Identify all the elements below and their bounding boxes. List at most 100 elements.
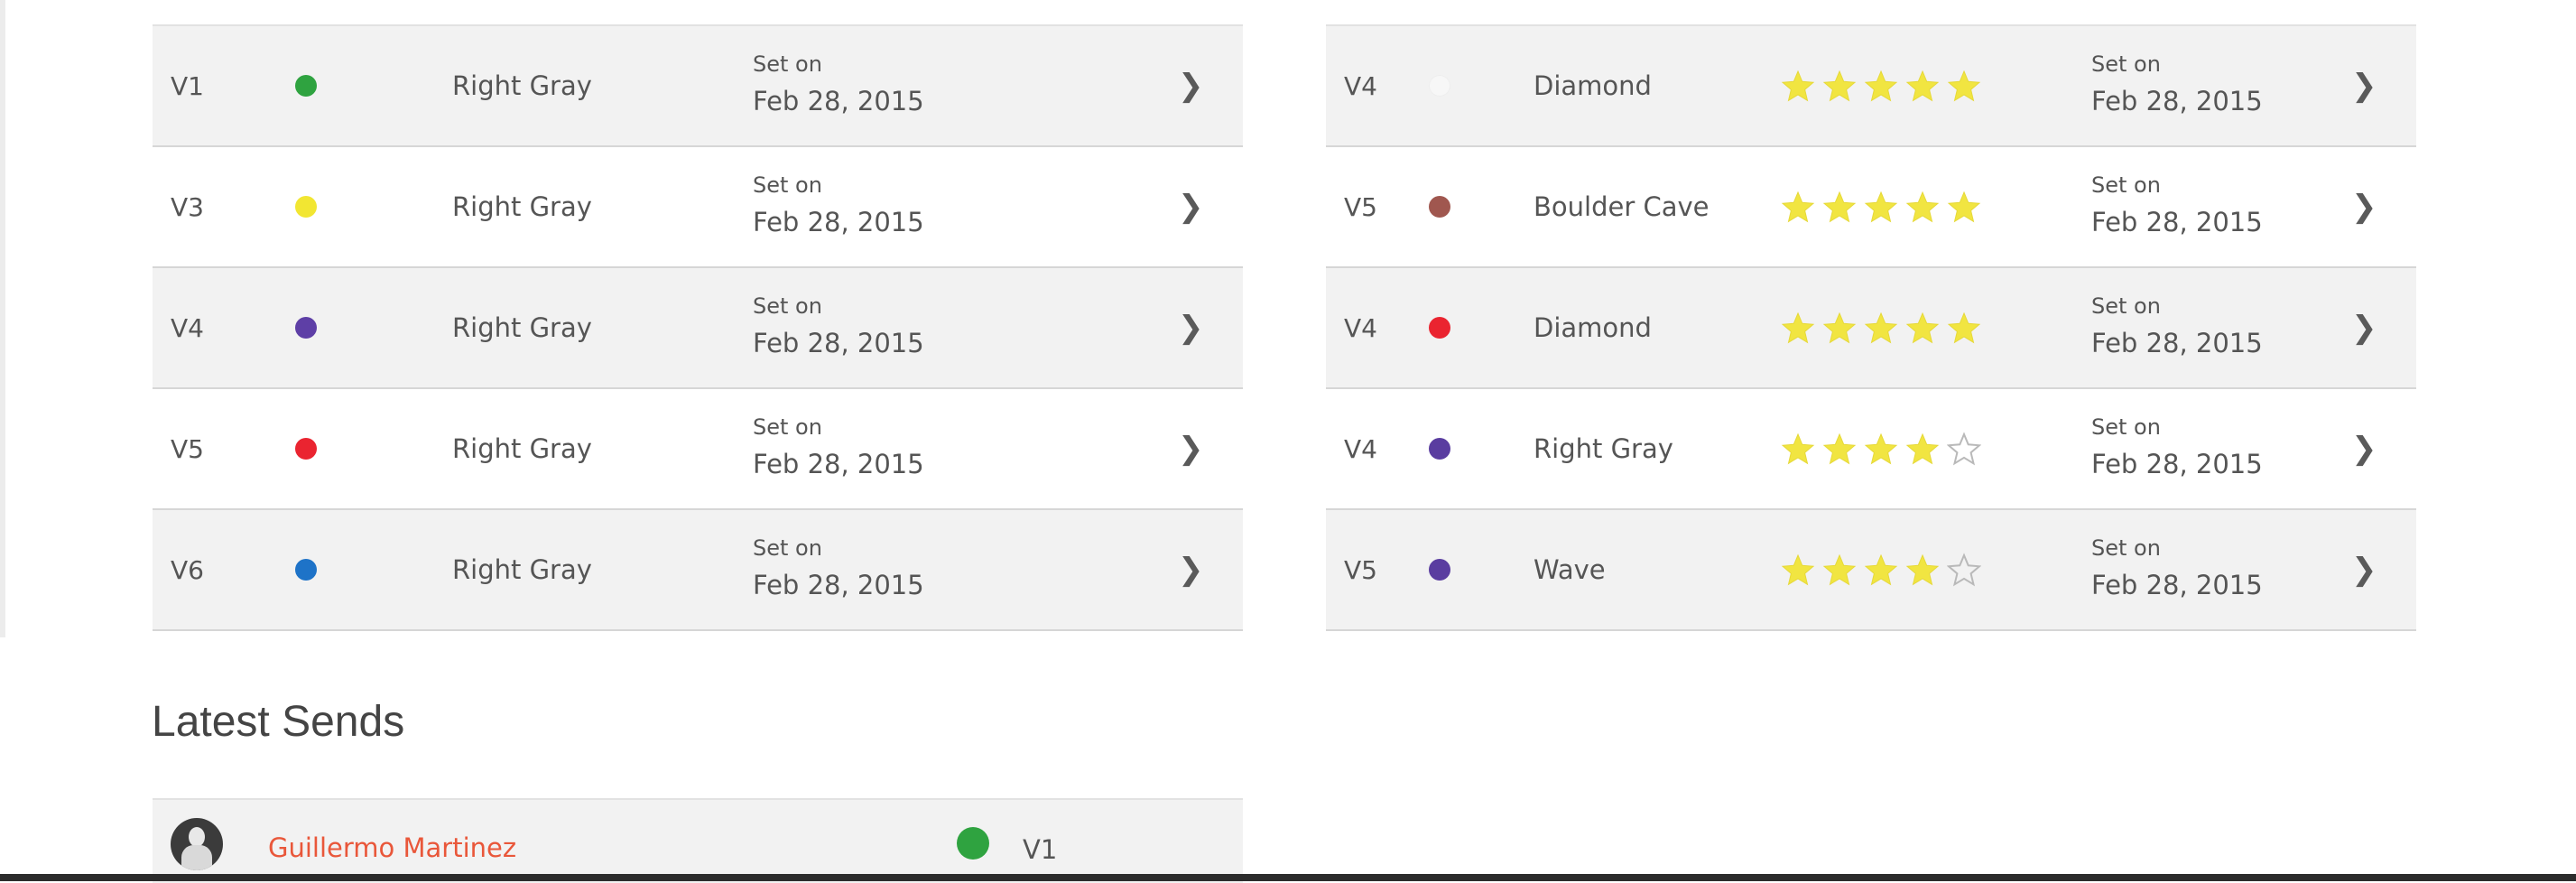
- set-date-value: Feb 28, 2015: [753, 207, 924, 237]
- chevron-right-icon[interactable]: ❯: [2351, 510, 2377, 629]
- route-row[interactable]: V5 Right Gray Set on Feb 28, 2015 ❯: [153, 389, 1243, 510]
- route-area: Right Gray: [452, 312, 592, 343]
- route-area: Right Gray: [452, 70, 592, 101]
- route-set-date: Set on Feb 28, 2015: [2091, 389, 2263, 508]
- route-set-date: Set on Feb 28, 2015: [2091, 268, 2263, 387]
- star-filled-icon: [1781, 432, 1815, 465]
- chevron-right-icon[interactable]: ❯: [2351, 147, 2377, 266]
- set-date-value: Feb 28, 2015: [2091, 570, 2263, 600]
- set-on-label: Set on: [2091, 535, 2161, 561]
- send-grade: V1: [1023, 834, 1058, 865]
- latest-sends-list: Guillermo Martinez V1: [153, 798, 1243, 883]
- set-on-label: Set on: [753, 51, 822, 77]
- route-row[interactable]: V5 Boulder Cave Set on Feb 28, 2015 ❯: [1326, 147, 2416, 268]
- route-set-date: Set on Feb 28, 2015: [753, 510, 924, 629]
- climber-name-link[interactable]: Guillermo Martinez: [268, 832, 516, 863]
- route-row[interactable]: V4 Diamond Set on Feb 28, 2015 ❯: [1326, 26, 2416, 147]
- route-rating: [1781, 268, 1981, 387]
- route-grade: V1: [171, 70, 204, 101]
- hold-color-dot: [295, 438, 317, 460]
- route-rating: [1781, 147, 1981, 266]
- star-filled-icon: [1947, 70, 1981, 102]
- star-filled-icon: [1781, 70, 1815, 102]
- star-filled-icon: [1822, 432, 1857, 465]
- star-filled-icon: [1822, 70, 1857, 102]
- route-area: Right Gray: [1534, 433, 1673, 464]
- star-filled-icon: [1781, 311, 1815, 344]
- star-filled-icon: [1947, 311, 1981, 344]
- route-rating: [1781, 389, 1981, 508]
- route-area: Right Gray: [452, 433, 592, 464]
- latest-sends-title: Latest Sends: [152, 698, 405, 746]
- route-grade: V3: [171, 191, 204, 222]
- set-date-value: Feb 28, 2015: [2091, 449, 2263, 479]
- send-row: Guillermo Martinez V1: [153, 798, 1243, 883]
- route-set-date: Set on Feb 28, 2015: [2091, 26, 2263, 145]
- star-filled-icon: [1864, 191, 1898, 223]
- star-filled-icon: [1947, 191, 1981, 223]
- route-row[interactable]: V4 Right Gray Set on Feb 28, 2015 ❯: [153, 268, 1243, 389]
- set-date-value: Feb 28, 2015: [753, 86, 924, 116]
- right-route-table: V4 Diamond Set on Feb 28, 2015 ❯ V5 Boulder Ca…: [1326, 24, 2416, 631]
- hold-color-dot: [295, 75, 317, 97]
- star-empty-icon: [1947, 432, 1981, 466]
- star-filled-icon: [1864, 432, 1898, 465]
- route-area: Diamond: [1534, 70, 1652, 101]
- star-filled-icon: [1905, 70, 1940, 102]
- star-filled-icon: [1864, 553, 1898, 586]
- route-area: Right Gray: [452, 191, 592, 222]
- chevron-right-icon[interactable]: ❯: [2351, 389, 2377, 508]
- route-grade: V5: [1344, 554, 1377, 585]
- route-grade: V4: [171, 312, 204, 343]
- route-row[interactable]: V3 Right Gray Set on Feb 28, 2015 ❯: [153, 147, 1243, 268]
- chevron-right-icon[interactable]: ❯: [1178, 510, 1204, 629]
- hold-color-dot: [957, 827, 989, 860]
- chevron-right-icon[interactable]: ❯: [2351, 26, 2377, 145]
- star-filled-icon: [1905, 311, 1940, 344]
- chevron-right-icon[interactable]: ❯: [1178, 147, 1204, 266]
- set-on-label: Set on: [2091, 293, 2161, 319]
- route-set-date: Set on Feb 28, 2015: [2091, 510, 2263, 629]
- set-on-label: Set on: [753, 172, 822, 198]
- page-edge: [0, 0, 5, 637]
- route-row[interactable]: V4 Diamond Set on Feb 28, 2015 ❯: [1326, 268, 2416, 389]
- star-filled-icon: [1781, 191, 1815, 223]
- route-set-date: Set on Feb 28, 2015: [753, 268, 924, 387]
- route-grade: V4: [1344, 433, 1377, 464]
- hold-color-dot: [1429, 317, 1450, 339]
- os-taskbar: [0, 874, 2576, 881]
- hold-color-dot: [295, 196, 317, 218]
- hold-color-dot: [1429, 75, 1450, 97]
- route-grade: V4: [1344, 70, 1377, 101]
- route-grade: V5: [1344, 191, 1377, 222]
- route-set-date: Set on Feb 28, 2015: [753, 26, 924, 145]
- set-date-value: Feb 28, 2015: [2091, 207, 2263, 237]
- set-date-value: Feb 28, 2015: [753, 328, 924, 358]
- star-filled-icon: [1822, 311, 1857, 344]
- route-area: Right Gray: [452, 554, 592, 585]
- chevron-right-icon[interactable]: ❯: [1178, 389, 1204, 508]
- route-grade: V5: [171, 433, 204, 464]
- hold-color-dot: [1429, 438, 1450, 460]
- star-filled-icon: [1905, 191, 1940, 223]
- set-date-value: Feb 28, 2015: [753, 570, 924, 600]
- hold-color-dot: [295, 317, 317, 339]
- star-filled-icon: [1822, 553, 1857, 586]
- set-on-label: Set on: [2091, 51, 2161, 77]
- avatar[interactable]: [171, 818, 223, 870]
- hold-color-dot: [295, 559, 317, 581]
- hold-color-dot: [1429, 196, 1450, 218]
- star-filled-icon: [1822, 191, 1857, 223]
- set-date-value: Feb 28, 2015: [2091, 86, 2263, 116]
- chevron-right-icon[interactable]: ❯: [1178, 26, 1204, 145]
- route-row[interactable]: V5 Wave Set on Feb 28, 2015 ❯: [1326, 510, 2416, 631]
- route-grade: V4: [1344, 312, 1377, 343]
- chevron-right-icon[interactable]: ❯: [1178, 268, 1204, 387]
- route-row[interactable]: V4 Right Gray Set on Feb 28, 2015 ❯: [1326, 389, 2416, 510]
- route-rating: [1781, 26, 1981, 145]
- star-filled-icon: [1781, 553, 1815, 586]
- route-row[interactable]: V1 Right Gray Set on Feb 28, 2015 ❯: [153, 26, 1243, 147]
- set-on-label: Set on: [753, 293, 822, 319]
- route-row[interactable]: V6 Right Gray Set on Feb 28, 2015 ❯: [153, 510, 1243, 631]
- chevron-right-icon[interactable]: ❯: [2351, 268, 2377, 387]
